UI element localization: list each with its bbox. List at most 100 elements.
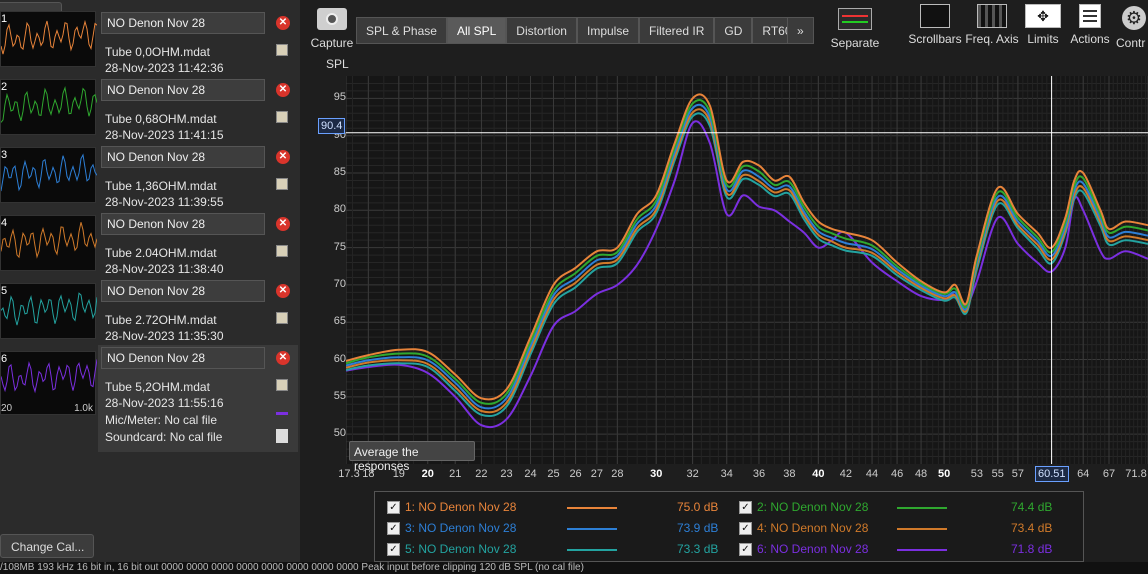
thumbnail-trace: [0, 359, 98, 394]
measurement-date: 28-Nov-2023 11:35:30: [105, 329, 224, 343]
separate-icon: [838, 8, 872, 30]
tab-filtered-ir[interactable]: Filtered IR: [639, 17, 715, 44]
x-tick-label: 28: [611, 468, 624, 480]
legend-line-swatch: [567, 549, 617, 551]
remove-measurement-icon[interactable]: ✕: [276, 16, 290, 30]
legend-checkbox[interactable]: ✓: [387, 543, 400, 556]
edit-notes-icon[interactable]: [276, 44, 288, 56]
measurement-name-field[interactable]: NO Denon Nov 28: [101, 213, 265, 235]
rew-window: ollapse « NO Denon Nov 28✕Tube 0,0OHM.md…: [0, 0, 1148, 574]
document-icon[interactable]: [276, 429, 288, 443]
x-tick-label: 32: [686, 468, 699, 480]
remove-measurement-icon[interactable]: ✕: [276, 351, 290, 365]
soundcard-cal-status: Soundcard: No cal file: [105, 430, 223, 444]
legend-checkbox[interactable]: ✓: [739, 522, 752, 535]
edit-notes-icon[interactable]: [276, 312, 288, 324]
measurement-name-field[interactable]: NO Denon Nov 28: [101, 12, 265, 34]
y-tick-label: 85: [333, 166, 346, 178]
y-axis-title: SPL: [326, 57, 349, 71]
legend-series-name: 4: NO Denon Nov 28: [757, 521, 869, 535]
legend-entry: ✓ 3: NO Denon Nov 28 73.9 dB: [387, 520, 732, 538]
x-tick-label: 27: [590, 468, 603, 480]
status-bar: /108MB 193 kHz 16 bit in, 16 bit out 000…: [0, 562, 1148, 574]
freq-axis-icon: [977, 4, 1007, 28]
tab-all-spl[interactable]: All SPL: [446, 17, 507, 44]
measurement-thumbnail[interactable]: 2: [0, 79, 98, 135]
scrollbars-button[interactable]: Scrollbars: [906, 4, 964, 46]
actions-button[interactable]: Actions: [1068, 4, 1112, 46]
x-tick-label: 21: [449, 468, 462, 480]
capture-button[interactable]: Capture: [310, 4, 354, 50]
freq-axis-button[interactable]: Freq. Axis: [965, 4, 1019, 46]
measurement-number: 2: [1, 81, 8, 93]
limits-button[interactable]: ✥ Limits: [1024, 4, 1062, 46]
measurement-file-name: Tube 0,68OHM.mdat: [105, 112, 217, 126]
x-tick-label: 67: [1102, 468, 1116, 480]
legend-checkbox[interactable]: ✓: [739, 543, 752, 556]
remove-measurement-icon[interactable]: ✕: [276, 284, 290, 298]
remove-measurement-icon[interactable]: ✕: [276, 150, 290, 164]
tab-impulse[interactable]: Impulse: [576, 17, 640, 44]
edit-notes-icon[interactable]: [276, 379, 288, 391]
thumbnail-trace: [0, 86, 98, 123]
measurement-name-field[interactable]: NO Denon Nov 28: [101, 280, 265, 302]
measurement-name-field[interactable]: NO Denon Nov 28: [101, 347, 265, 369]
tab-spl-phase[interactable]: SPL & Phase: [356, 17, 447, 44]
legend-series-name: 6: NO Denon Nov 28: [757, 542, 869, 556]
measurement-file-name: Tube 0,0OHM.mdat: [105, 45, 210, 59]
legend-value: 73.9 dB: [677, 521, 719, 535]
tab-distortion[interactable]: Distortion: [506, 17, 577, 44]
measurement-file-name: Tube 5,2OHM.mdat: [105, 380, 210, 394]
average-responses-button[interactable]: Average the responses: [349, 441, 475, 473]
measurement-date: 28-Nov-2023 11:41:15: [105, 128, 224, 142]
thumbnail-axis-end: 1.0k: [74, 403, 93, 414]
legend-entry: ✓ 6: NO Denon Nov 28 71.8 dB: [739, 541, 1084, 559]
legend-checkbox[interactable]: ✓: [387, 522, 400, 535]
x-tick-label: 44: [865, 468, 879, 480]
edit-notes-icon[interactable]: [276, 111, 288, 123]
legend-series-name: 1: NO Denon Nov 28: [405, 500, 517, 514]
measurement-number: 5: [1, 285, 8, 297]
thumbnail-trace: [0, 292, 98, 326]
y-tick-label: 95: [333, 91, 346, 104]
thumbnail-axis-start: 20: [1, 403, 13, 414]
measurement-date: 28-Nov-2023 11:38:40: [105, 262, 224, 276]
legend-checkbox[interactable]: ✓: [739, 501, 752, 514]
legend-checkbox[interactable]: ✓: [387, 501, 400, 514]
measurement-thumbnail[interactable]: 3: [0, 147, 98, 203]
x-tick-label: 50: [937, 468, 951, 480]
mic-cal-status: Mic/Meter: No cal file: [105, 413, 218, 427]
change-cal-button[interactable]: Change Cal...: [0, 534, 94, 558]
controls-button[interactable]: ⚙ Contr: [1116, 4, 1148, 50]
separate-button[interactable]: Separate: [828, 4, 882, 50]
measurement-name-field[interactable]: NO Denon Nov 28: [101, 146, 265, 168]
thumbnail-trace: [0, 153, 98, 192]
measurement-number: 3: [1, 149, 8, 161]
measurement-file-name: Tube 2.72OHM.mdat: [105, 313, 217, 327]
y-tick-label: 60: [333, 352, 346, 365]
y-tick-label: 55: [333, 389, 346, 402]
measurement-name-field[interactable]: NO Denon Nov 28: [101, 79, 265, 101]
more-tabs-button[interactable]: »: [787, 17, 814, 44]
measurement-thumbnail[interactable]: 6 20 1.0k: [0, 351, 98, 415]
x-tick-label: 30: [650, 468, 663, 480]
spl-plot-area[interactable]: [346, 76, 1148, 464]
legend-line-swatch: [897, 507, 947, 509]
x-tick-label: 20: [421, 468, 434, 480]
legend-value: 73.4 dB: [1011, 521, 1053, 535]
measurement-thumbnail[interactable]: 5: [0, 283, 98, 339]
x-tick-label: 38: [783, 468, 796, 480]
selected-color-swatch[interactable]: [276, 412, 288, 415]
edit-notes-icon[interactable]: [276, 245, 288, 257]
remove-measurement-icon[interactable]: ✕: [276, 83, 290, 97]
legend-series-name: 2: NO Denon Nov 28: [757, 500, 869, 514]
measurement-thumbnail[interactable]: 1: [0, 11, 98, 67]
legend-series-name: 3: NO Denon Nov 28: [405, 521, 517, 535]
remove-measurement-icon[interactable]: ✕: [276, 217, 290, 231]
edit-notes-icon[interactable]: [276, 178, 288, 190]
legend-value: 74.4 dB: [1011, 500, 1053, 514]
measurement-thumbnail[interactable]: 4: [0, 215, 98, 271]
x-tick-label: 71.8: [1125, 468, 1147, 480]
legend-entry: ✓ 1: NO Denon Nov 28 75.0 dB: [387, 499, 732, 517]
tab-gd[interactable]: GD: [714, 17, 753, 44]
